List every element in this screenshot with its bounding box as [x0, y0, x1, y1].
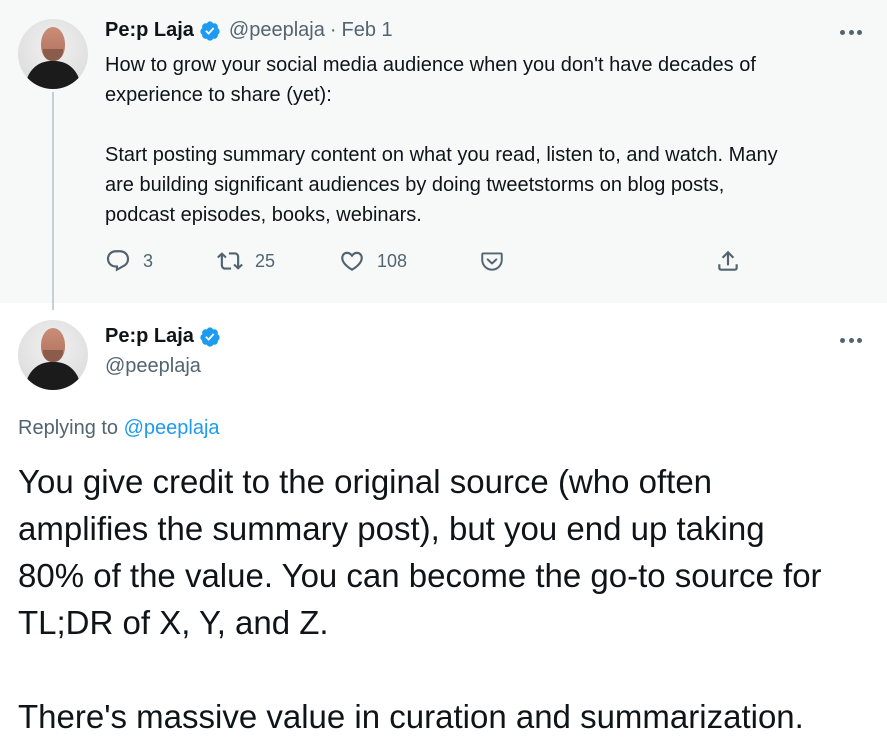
reply-button[interactable]: 3	[105, 248, 153, 274]
like-button[interactable]: 108	[339, 248, 407, 274]
action-bar: 3 25 108	[105, 248, 745, 280]
verified-badge-icon	[200, 20, 220, 41]
author-handle[interactable]: @peeplaja	[105, 355, 201, 378]
replying-mention-link[interactable]: @peeplaja	[124, 417, 220, 439]
parent-author-row: Pe:p Laja @peeplaja · Feb 1	[105, 19, 393, 42]
avatar[interactable]	[18, 320, 88, 390]
retweet-icon	[217, 252, 243, 270]
like-count: 108	[377, 250, 408, 271]
more-icon[interactable]	[840, 333, 862, 347]
reply-count: 3	[143, 250, 154, 271]
share-icon	[718, 250, 738, 271]
author-handle[interactable]: @peeplaja	[229, 19, 325, 42]
parent-tweet[interactable]: Pe:p Laja @peeplaja · Feb 1 How to grow …	[0, 0, 887, 303]
tweet-text: You give credit to the original source (…	[18, 463, 822, 735]
tweet-text: How to grow your social media audience w…	[105, 54, 778, 226]
reply-icon	[106, 250, 130, 272]
replying-prefix: Replying to	[18, 417, 119, 439]
like-icon	[341, 251, 363, 271]
current-author-row: Pe:p Laja	[105, 325, 221, 348]
verified-badge-icon	[200, 326, 220, 347]
author-name[interactable]: Pe:p Laja	[105, 19, 194, 42]
retweet-button[interactable]: 25	[217, 248, 275, 274]
pocket-button[interactable]	[479, 248, 505, 274]
replying-to: Replying to @peeplaja	[18, 417, 220, 440]
tweet-date[interactable]: Feb 1	[342, 19, 393, 42]
separator-dot: ·	[329, 19, 337, 41]
retweet-count: 25	[255, 250, 276, 271]
pocket-icon	[481, 252, 503, 271]
thread-connector-line	[52, 92, 54, 310]
avatar[interactable]	[18, 19, 88, 89]
more-icon[interactable]	[840, 25, 862, 39]
author-name[interactable]: Pe:p Laja	[105, 325, 194, 348]
share-button[interactable]	[715, 248, 741, 274]
